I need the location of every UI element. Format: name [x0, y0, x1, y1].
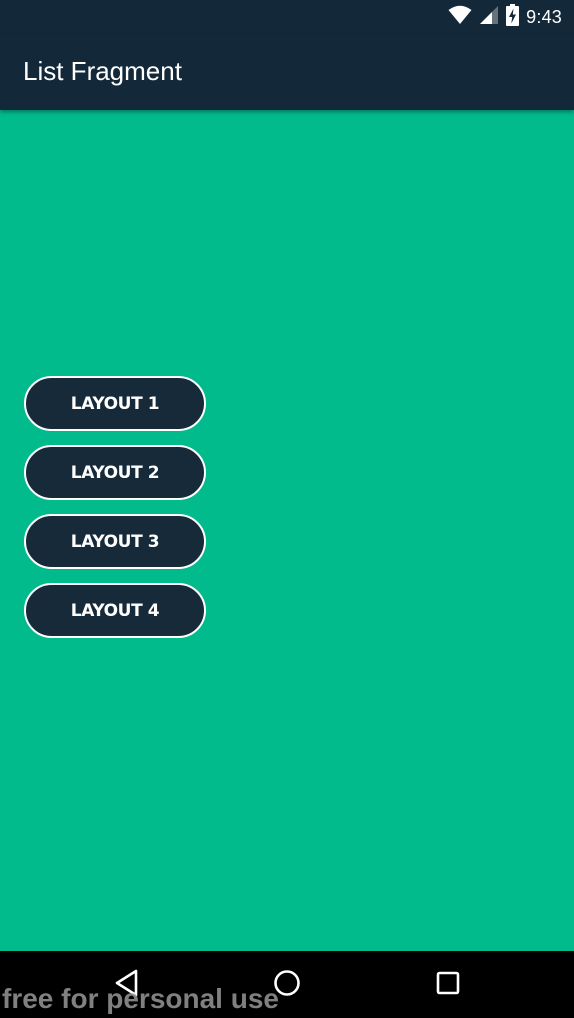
app-bar: List Fragment [0, 34, 574, 110]
content-area: LAYOUT 1 LAYOUT 2 LAYOUT 3 LAYOUT 4 [0, 110, 574, 951]
battery-charging-icon [506, 3, 520, 31]
recents-icon [436, 971, 460, 1000]
layout-4-button[interactable]: LAYOUT 4 [24, 583, 206, 638]
status-bar: 9:43 [0, 0, 574, 34]
status-time: 9:43 [526, 6, 562, 27]
status-icons: 9:43 [448, 0, 562, 34]
layout-1-button[interactable]: LAYOUT 1 [24, 376, 206, 431]
wifi-icon [448, 5, 472, 30]
layout-3-button[interactable]: LAYOUT 3 [24, 514, 206, 569]
recents-button[interactable] [426, 963, 470, 1007]
app-title: List Fragment [23, 56, 182, 86]
watermark-text: free for personal use [2, 983, 279, 1014]
cellular-signal-icon [479, 5, 499, 30]
layout-2-button[interactable]: LAYOUT 2 [24, 445, 206, 500]
